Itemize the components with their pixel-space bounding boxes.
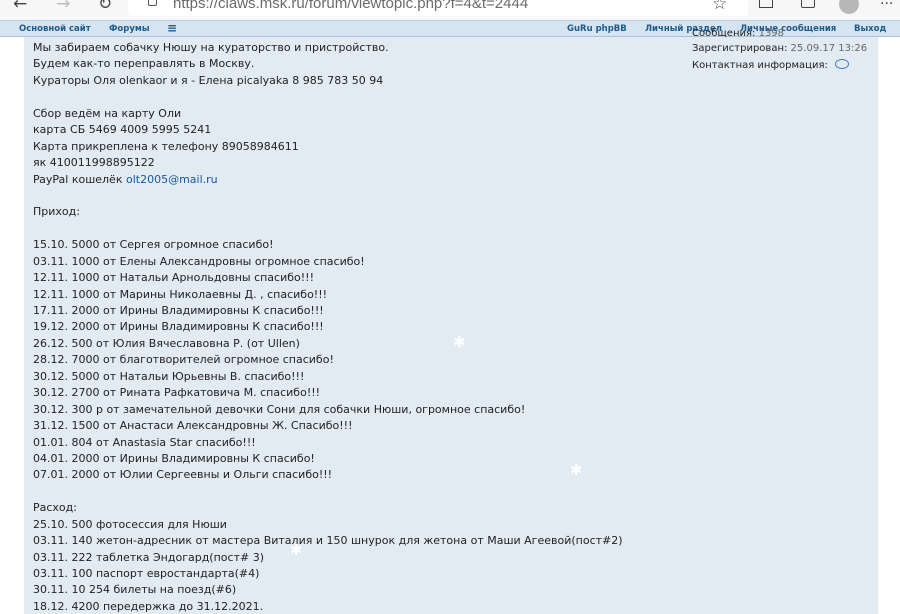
paypal-email-link[interactable]: olt2005@mail.ru [126,173,218,186]
collections-icon[interactable] [801,0,815,8]
income-item: 12.11. 1000 от Натальи Арнольдовны спаси… [33,271,314,285]
income-item: 26.12. 500 от Юлия Вячеславовна Р. (от U… [33,336,300,350]
lock-icon[interactable] [148,0,157,6]
nav-logout-link[interactable]: Выход [854,24,886,34]
expense-item: 30.11. 10 254 билеты на поезд(#6) [33,583,237,597]
post-text-line: Сбор ведём на карту Оли [33,106,182,120]
speech-bubble-icon[interactable] [835,59,850,69]
menu-icon[interactable]: ≡ [167,21,177,35]
more-menu-icon[interactable]: ··· [880,0,893,12]
expense-item: 03.11. 100 паспорт евростандарта(#4) [33,567,260,580]
paypal-line: PayPal кошелёк olt2005@mail.ru [33,172,673,188]
income-item: 12.11. 1000 от Марины Николаевны Д. , сп… [33,287,328,301]
favorites-icon[interactable] [759,0,773,8]
expense-item: 25.10. 500 фотосессия для Нюши [33,517,227,531]
post-text-line: Мы забираем собачку Нюшу на кураторство … [33,41,389,54]
income-item: 03.11. 1000 от Елены Александровны огром… [33,254,365,268]
post-body: Мы забираем собачку Нюшу на кураторство … [33,40,673,614]
nav-main-site-link[interactable]: Основной сайт [19,24,91,34]
snowflake-icon: ✱ [453,333,466,351]
income-item: 30.12. 300 р от замечательной девочки Со… [33,402,526,416]
expense-item: 03.11. 222 таблетка Эндогард(пост# 3) [33,550,264,564]
registered-value: 25.09.17 13:26 [790,43,868,54]
paypal-label: PayPal кошелёк [33,172,123,186]
post-text-line: Карта прикреплена к телефону 89058984611 [33,139,299,153]
contact-row: Контактная информация: [692,58,850,72]
income-item: 31.12. 1500 от Анастаси Александровны Ж.… [33,419,353,433]
browser-toolbar: ← → ↻ https://claws.msk.ru/forum/viewtop… [0,0,900,20]
nav-guru-link[interactable]: GuRu phpBB [567,24,627,34]
income-item: 28.12. 7000 от благотворителей огромное … [33,353,334,367]
expense-title: Расход: [33,501,77,515]
income-item: 15.10. 5000 от Сергея огромное спасибо! [33,238,274,252]
contact-label: Контактная информация: [692,60,828,71]
profile-avatar-icon[interactable] [839,0,859,14]
income-item: 19.12. 2000 от Ирины Владимировны К спас… [33,320,324,334]
post-text-line: як 410011998895122 [33,156,155,170]
snowflake-icon: ✱ [290,541,303,559]
favorite-star-icon[interactable]: ☆ [712,0,727,14]
posts-count-row: Сообщения: 1398 [692,28,784,40]
nav-forums-link[interactable]: Форумы [109,24,150,34]
url-text[interactable]: https://claws.msk.ru/forum/viewtopic.php… [173,0,528,14]
posts-count-value: 1398 [758,28,785,39]
forward-arrow-icon[interactable]: → [56,0,70,14]
income-item: 01.01. 804 от Anastasia Star спасибо!!! [33,435,256,449]
expense-item: 18.12. 4200 передержка до 31.12.2021. [33,599,264,613]
post-text-line: Будем как-то переправлять в Москву. [33,57,255,71]
income-item: 30.12. 5000 от Натальи Юрьевны В. спасиб… [33,369,305,383]
registered-label: Зарегистрирован: [692,43,788,54]
income-title: Приход: [33,205,80,219]
income-item: 30.12. 2700 от Рината Рафкатовича М. спа… [33,386,321,400]
post-text-line: Кураторы Оля olenkaor и я - Елена picaly… [33,73,384,87]
expense-item: 03.11. 140 жетон-адресник от мастера Вит… [33,534,623,548]
post-text-line: карта СБ 5469 4009 5995 5241 [33,123,212,137]
income-item: 17.11. 2000 от Ирины Владимировны К спас… [33,304,324,317]
reload-icon[interactable]: ↻ [98,0,112,14]
back-arrow-icon[interactable]: ← [13,0,27,14]
registered-row: Зарегистрирован: 25.09.17 13:26 [692,43,867,55]
snowflake-icon: ✱ [570,461,583,479]
posts-count-label: Сообщения: [692,28,756,39]
